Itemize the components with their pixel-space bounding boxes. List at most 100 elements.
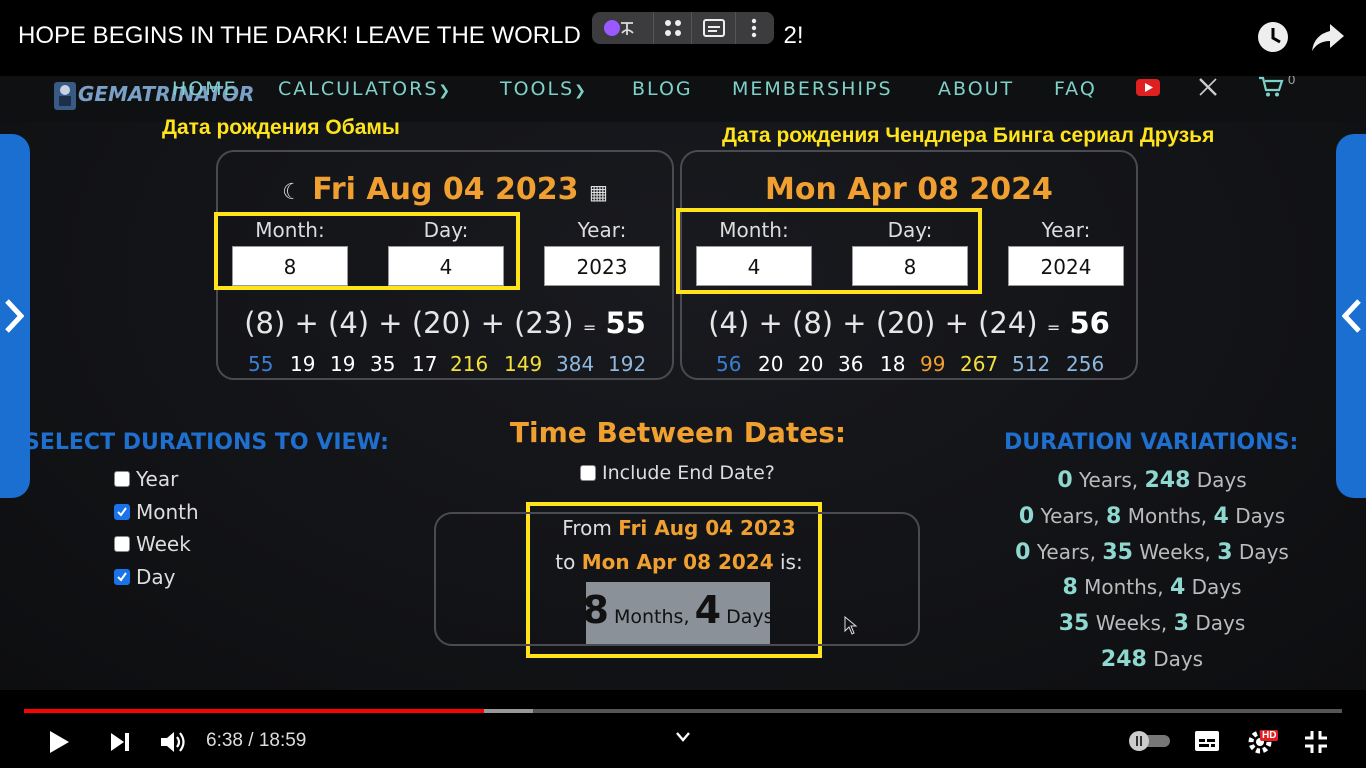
num-value: 384 (556, 352, 595, 376)
share-icon[interactable] (1310, 20, 1346, 54)
nav-calculators-label: CALCULATORS (278, 78, 439, 100)
result-days-unit: Days (726, 606, 774, 628)
progress-played (24, 709, 484, 713)
video-frame[interactable]: GEMATRINATOR HOME CALCULATORS❯ TOOLS❯ BL… (0, 0, 1366, 690)
nav-home[interactable]: HOME (172, 78, 238, 100)
next-video-icon[interactable] (110, 732, 130, 752)
numerology-values: 56 20 20 36 18 99 267 512 256 (682, 352, 1136, 378)
duration-option-year[interactable]: Year (114, 466, 178, 492)
option-label: Day (136, 565, 176, 589)
check-icon (117, 507, 127, 517)
num-value: 192 (608, 352, 647, 376)
variation-row: 8 Months, 4 Days (1062, 575, 1242, 600)
cart-icon[interactable] (1258, 76, 1284, 98)
result-months-unit: Months, (614, 606, 690, 628)
duration-option-day[interactable]: Day (114, 564, 176, 590)
option-label: Year (136, 467, 179, 491)
variation-row: 0 Years, 248 Days (1057, 468, 1247, 493)
year-label: Year: (577, 218, 627, 242)
from-prefix: From (562, 516, 612, 540)
annotation-left: Дата рождения Обамы (162, 116, 400, 139)
include-end-date-option[interactable]: Include End Date? (580, 462, 775, 484)
x-twitter-icon[interactable] (1198, 77, 1218, 97)
nav-blog[interactable]: BLOG (632, 78, 693, 100)
nav-memberships[interactable]: MEMBERSHIPS (732, 78, 893, 100)
numerology-values: 55 19 19 35 17 216 149 384 192 (218, 352, 672, 378)
variation-row: 35 Weeks, 3 Days (1058, 611, 1246, 636)
num-value: 56 (716, 352, 742, 376)
checkbox-month[interactable] (114, 504, 130, 520)
chevron-down-icon[interactable] (676, 732, 690, 742)
captions-toggle-button[interactable] (692, 12, 736, 44)
volume-icon[interactable] (160, 730, 186, 754)
checkbox-year[interactable] (114, 471, 130, 487)
duration-option-week[interactable]: Week (114, 531, 191, 557)
watch-later-icon[interactable] (1256, 20, 1290, 54)
youtube-icon[interactable] (1136, 79, 1160, 96)
more-options-button[interactable] (736, 12, 772, 44)
video-title-bar: HOPE BEGINS IN THE DARK! LEAVE THE WORLD… (0, 0, 1366, 76)
checkbox-day[interactable] (114, 569, 130, 585)
progress-bar[interactable] (24, 709, 1342, 713)
nav-tools[interactable]: TOOLS❯ (500, 78, 588, 100)
player-controls: 6:38 / 18:59 HD (0, 690, 1366, 768)
checkbox-week[interactable] (114, 536, 130, 552)
apps-button[interactable] (654, 12, 692, 44)
result-months: 8 (582, 588, 609, 632)
panel-date-heading: ☾ Fri Aug 04 2023 ▦ (218, 172, 672, 207)
start-date-text: Fri Aug 04 2023 (312, 172, 579, 207)
variation-row: 0 Years, 35 Weeks, 3 Days (1015, 540, 1289, 565)
subtitles-icon (702, 19, 725, 37)
translate-button[interactable] (592, 12, 654, 44)
nav-about[interactable]: ABOUT (938, 78, 1014, 100)
year-input[interactable]: 2023 (544, 246, 660, 286)
year-label: Year: (1041, 218, 1091, 242)
num-value: 149 (504, 352, 543, 376)
result-to-line: to Mon Apr 08 2024 is: (436, 550, 922, 574)
next-slide-tab[interactable] (1336, 134, 1366, 498)
sum-total: 56 (1069, 306, 1110, 340)
more-vert-icon (751, 18, 757, 38)
grid-icon (664, 20, 681, 36)
nav-faq[interactable]: FAQ (1054, 78, 1097, 100)
time-display: 6:38 / 18:59 (206, 730, 307, 751)
highlight-box-right (676, 208, 982, 294)
mouse-cursor-icon (844, 616, 858, 635)
include-end-label: Include End Date? (602, 462, 775, 484)
nav-calculators[interactable]: CALCULATORS❯ (278, 78, 452, 100)
num-value: 99 (920, 352, 946, 376)
result-from-line: From Fri Aug 04 2023 (436, 516, 922, 540)
chevron-down-icon: ❯ (438, 83, 453, 99)
check-icon (117, 572, 127, 582)
sum-total: 55 (605, 306, 646, 340)
autoplay-toggle-icon[interactable] (1128, 730, 1172, 752)
contact-card-icon[interactable]: ▦ (589, 180, 608, 204)
checkbox-include-end-date[interactable] (580, 465, 596, 481)
time-between-title: Time Between Dates: (509, 416, 847, 449)
chevron-down-icon: ❯ (574, 83, 588, 99)
duration-variations-title: DURATION VARIATIONS: (1004, 430, 1299, 455)
num-value: 19 (290, 352, 316, 376)
year-input[interactable]: 2024 (1008, 246, 1124, 286)
play-icon[interactable] (48, 730, 70, 754)
subtitles-icon[interactable] (1194, 730, 1220, 752)
num-value: 256 (1066, 352, 1105, 376)
exit-fullscreen-icon[interactable] (1304, 730, 1328, 754)
sum-expression: (8) + (4) + (20) + (23) (244, 306, 574, 340)
result-value: 8 Months, 4 Days (582, 582, 774, 644)
extension-toolbar (592, 12, 774, 44)
num-value: 35 (370, 352, 396, 376)
num-value: 17 (412, 352, 438, 376)
option-label: Week (136, 532, 191, 556)
duration-option-month[interactable]: Month (114, 499, 199, 525)
num-value: 20 (798, 352, 824, 376)
to-suffix: is: (780, 550, 803, 574)
num-value: 55 (248, 352, 274, 376)
sum-expression: (4) + (8) + (20) + (24) (708, 306, 1038, 340)
result-days: 4 (694, 588, 722, 632)
video-title-tail: 2! (783, 22, 804, 49)
chevron-right-icon (5, 299, 24, 333)
num-value: 216 (450, 352, 489, 376)
num-value: 267 (960, 352, 999, 376)
highlight-box-left (214, 212, 520, 290)
